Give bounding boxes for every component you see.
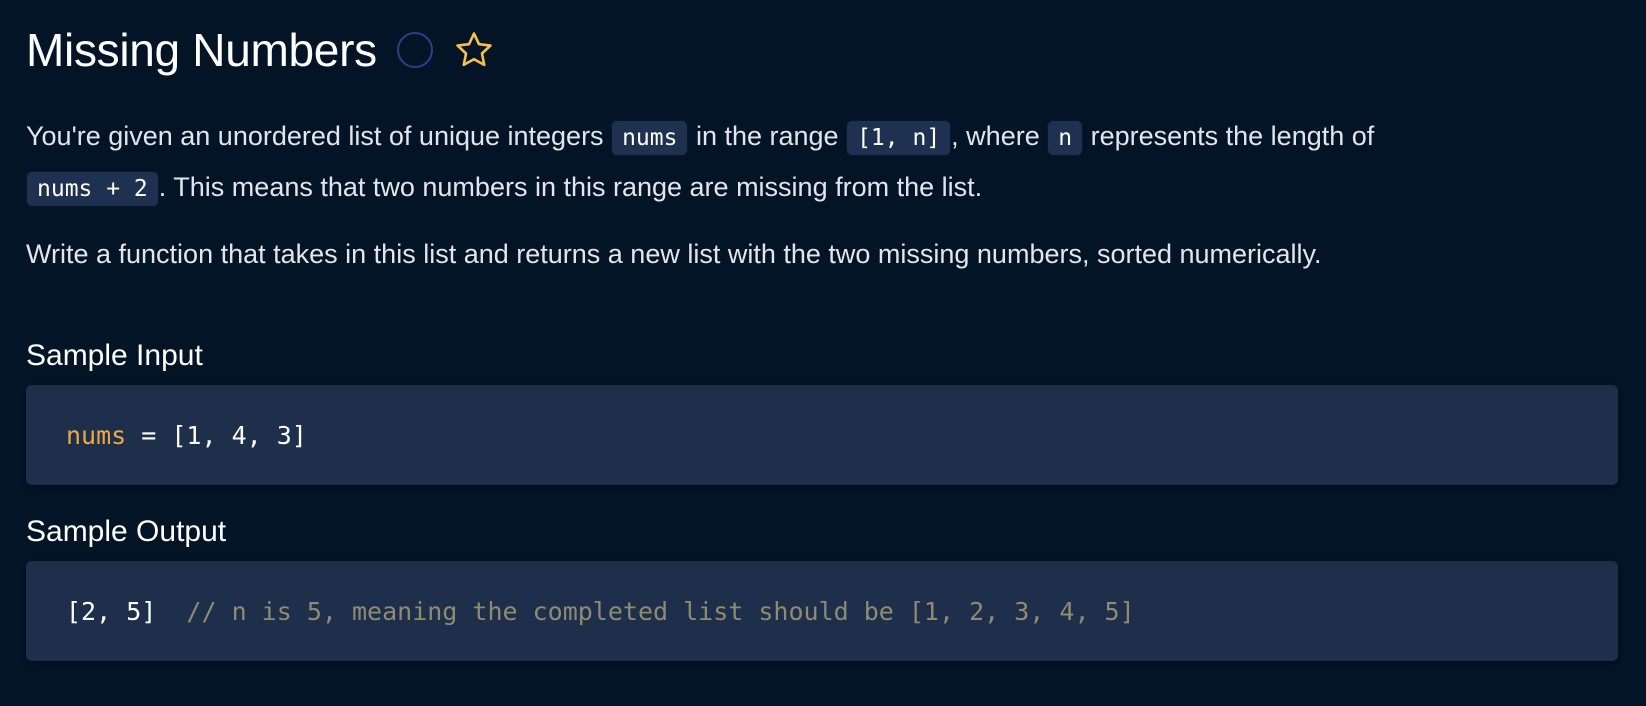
sample-output-heading: Sample Output — [26, 515, 227, 548]
title-row: Missing Numbers — [26, 0, 1618, 100]
description-paragraph-1: You're given an unordered list of unique… — [26, 112, 1618, 214]
favorite-star-icon[interactable] — [453, 29, 495, 71]
inline-code-nums-plus-2: nums + 2 — [26, 171, 159, 207]
description-text: You're given an unordered list of unique… — [26, 121, 612, 151]
output-comment: // n is 5, meaning the completed list sh… — [186, 596, 1135, 626]
sample-input-heading: Sample Input — [26, 339, 203, 372]
description-text: in the range — [688, 121, 847, 151]
inline-code-nums: nums — [611, 120, 689, 156]
completion-status-icon[interactable] — [396, 32, 433, 68]
input-variable-name: nums — [66, 420, 127, 450]
sample-input-code-block: nums = [1, 4, 3] — [26, 385, 1618, 485]
description-text: represents the length of — [1083, 121, 1375, 151]
output-value: [2, 5] — [66, 596, 157, 626]
description-paragraph-2: Write a function that takes in this list… — [26, 239, 1322, 269]
problem-page: Missing Numbers You're given an unordere… — [26, 0, 1618, 661]
input-value: [1, 4, 3] — [171, 420, 307, 450]
input-assign-operator: = — [126, 420, 172, 450]
inline-code-range: [1, n] — [846, 120, 952, 156]
sample-output-code-block: [2, 5] // n is 5, meaning the completed … — [26, 561, 1618, 661]
inline-code-n: n — [1047, 120, 1084, 156]
problem-title: Missing Numbers — [26, 24, 377, 76]
description-text: . This means that two numbers in this ra… — [158, 172, 983, 202]
description-text: , where — [951, 121, 1048, 151]
